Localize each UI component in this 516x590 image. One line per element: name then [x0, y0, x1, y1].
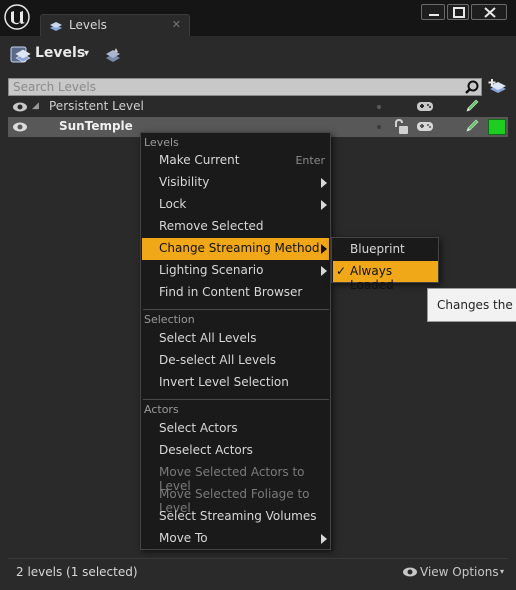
- search-input[interactable]: [9, 79, 459, 95]
- menu-item-make-current[interactable]: Make Current Enter: [142, 150, 329, 172]
- summary-icon[interactable]: [104, 46, 122, 64]
- menu-item-label: Find in Content Browser: [159, 285, 303, 299]
- eye-icon: [403, 567, 417, 577]
- level-color-swatch[interactable]: [488, 119, 506, 135]
- menu-item-select-streaming-volumes[interactable]: Select Streaming Volumes: [142, 506, 329, 528]
- menu-item-label: Lighting Scenario: [159, 263, 264, 277]
- menu-item-move-selected-foliage: Move Selected Foliage to Level: [142, 484, 329, 515]
- menu-item-invert-level-selection[interactable]: Invert Level Selection: [142, 372, 329, 394]
- dirty-indicator: [377, 125, 381, 129]
- menu-item-label: Make Current: [159, 153, 240, 167]
- expand-triangle-icon[interactable]: ◢: [32, 101, 39, 111]
- lock-icon[interactable]: [392, 119, 410, 135]
- submenu-item-label: Always Loaded: [350, 264, 394, 292]
- add-level-icon[interactable]: [488, 78, 508, 96]
- tooltip-text: Changes the st: [437, 298, 516, 312]
- view-options-label: View Options: [420, 565, 499, 579]
- close-icon: [484, 7, 496, 18]
- submenu-item-label: Blueprint: [350, 242, 405, 256]
- menu-section-header: Selection: [144, 313, 195, 326]
- gamepad-icon[interactable]: [416, 121, 434, 133]
- maximize-icon: [453, 7, 465, 18]
- menu-item-label: Visibility: [159, 175, 210, 189]
- menu-item-label: Change Streaming Method: [159, 241, 320, 255]
- levels-menu-button[interactable]: Levels ▾: [8, 42, 98, 66]
- context-menu: Levels Make Current Enter Visibility Loc…: [140, 132, 331, 550]
- maximize-button[interactable]: [447, 4, 469, 20]
- streaming-method-submenu: Blueprint ✓ Always Loaded: [331, 237, 439, 292]
- chevron-down-icon: ▾: [84, 48, 90, 59]
- search-box[interactable]: [8, 78, 482, 96]
- menu-item-find-in-content-browser[interactable]: Find in Content Browser: [142, 282, 329, 304]
- menu-item-visibility[interactable]: Visibility: [142, 172, 329, 194]
- menu-item-select-all-levels[interactable]: Select All Levels: [142, 328, 329, 350]
- menu-item-change-streaming-method[interactable]: Change Streaming Method: [142, 238, 329, 260]
- tooltip: Changes the st: [427, 288, 516, 322]
- menu-item-move-selected-actors: Move Selected Actors to Level: [142, 462, 329, 493]
- submenu-arrow-icon: [321, 266, 327, 276]
- levels-tab-icon: [50, 22, 62, 31]
- submenu-arrow-icon: [321, 534, 327, 544]
- menu-section-header: Levels: [144, 136, 179, 149]
- submenu-arrow-icon: [321, 200, 327, 210]
- level-name: SunTemple: [59, 119, 133, 133]
- menu-item-deselect-actors[interactable]: Deselect Actors: [142, 440, 329, 462]
- menu-item-deselect-all-levels[interactable]: De-select All Levels: [142, 350, 329, 372]
- menu-section-header: Actors: [144, 403, 179, 416]
- menu-item-select-actors[interactable]: Select Actors: [142, 418, 329, 440]
- gamepad-icon[interactable]: [416, 101, 434, 113]
- menu-item-label: Deselect Actors: [159, 443, 253, 457]
- menu-item-label: Select All Levels: [159, 331, 257, 345]
- menu-item-label: De-select All Levels: [159, 353, 277, 367]
- level-name: Persistent Level: [49, 99, 144, 113]
- menu-item-move-to[interactable]: Move To: [142, 528, 329, 550]
- submenu-arrow-icon: [321, 178, 327, 188]
- toolbar: Levels ▾: [8, 42, 508, 70]
- level-row-persistent[interactable]: ◢ Persistent Level: [8, 97, 508, 117]
- level-count-text: 2 levels (1 selected): [16, 565, 138, 579]
- menu-item-label: Select Streaming Volumes: [159, 509, 317, 523]
- levels-label: Levels: [35, 45, 86, 61]
- levels-icon: [10, 46, 31, 63]
- eye-icon[interactable]: [12, 121, 28, 133]
- search-icon: [465, 80, 479, 94]
- menu-item-label: Lock: [159, 197, 187, 211]
- menu-item-lock[interactable]: Lock: [142, 194, 329, 216]
- submenu-item-blueprint[interactable]: Blueprint: [333, 239, 438, 260]
- title-bar: Levels ✕: [0, 0, 516, 36]
- status-bar: 2 levels (1 selected) View Options ▾: [8, 558, 508, 582]
- menu-item-label: Invert Level Selection: [159, 375, 289, 389]
- tab-close-button[interactable]: ✕: [172, 18, 181, 31]
- close-button[interactable]: [471, 4, 507, 20]
- pencil-icon[interactable]: [464, 98, 480, 114]
- menu-separator: [143, 399, 329, 400]
- levels-tab[interactable]: Levels ✕: [40, 14, 190, 36]
- pencil-icon[interactable]: [464, 118, 480, 134]
- menu-item-label: Remove Selected: [159, 219, 264, 233]
- minimize-icon: [429, 14, 439, 16]
- chevron-down-icon: ▾: [499, 567, 504, 576]
- submenu-item-always-loaded[interactable]: ✓ Always Loaded: [333, 261, 438, 292]
- menu-separator: [143, 309, 329, 310]
- checkmark-icon: ✓: [336, 264, 347, 278]
- menu-item-shortcut: Enter: [295, 154, 325, 167]
- eye-icon[interactable]: [12, 101, 28, 113]
- menu-item-lighting-scenario[interactable]: Lighting Scenario: [142, 260, 329, 282]
- dirty-indicator: [377, 105, 381, 109]
- unreal-logo-icon: [4, 4, 30, 30]
- menu-item-label: Move To: [159, 531, 208, 545]
- menu-item-label: Select Actors: [159, 421, 238, 435]
- tab-title: Levels: [69, 18, 107, 32]
- view-options-button[interactable]: View Options ▾: [396, 564, 506, 580]
- submenu-arrow-icon: [321, 244, 327, 254]
- minimize-button[interactable]: [421, 4, 445, 20]
- menu-item-remove-selected[interactable]: Remove Selected: [142, 216, 329, 238]
